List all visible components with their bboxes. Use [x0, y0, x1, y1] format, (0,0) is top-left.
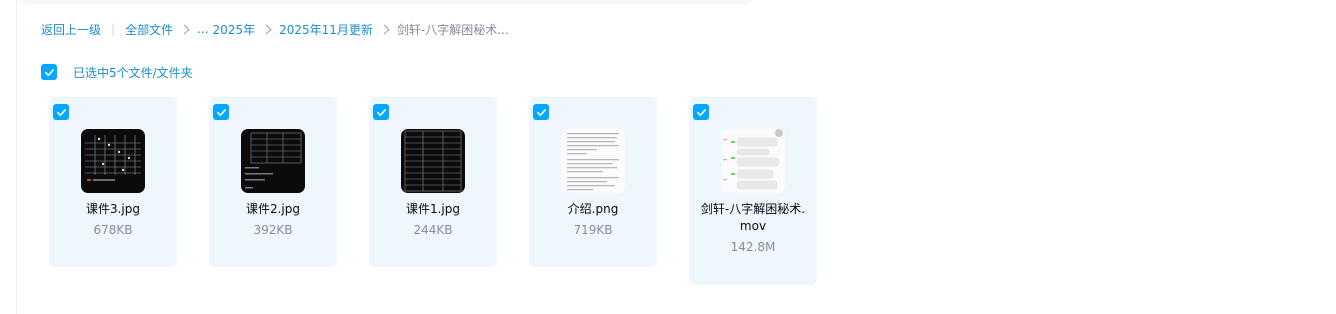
breadcrumb: 返回上一级 | 全部文件 ... 2025年 2025年11月更新 剑轩-八字解… [41, 19, 509, 39]
file-name: 课件2.jpg [245, 202, 301, 216]
file-checkbox[interactable] [373, 104, 389, 120]
checkmark-icon [696, 108, 706, 116]
image-thumbnail [81, 129, 145, 193]
breadcrumb-ellipsis[interactable]: ... [197, 22, 208, 36]
selection-summary: 已选中5个文件/文件夹 [73, 65, 193, 80]
file-checkbox[interactable] [53, 104, 69, 120]
chevron-right-icon [379, 24, 390, 34]
file-size: 719KB [573, 223, 613, 237]
image-thumbnail [241, 129, 305, 193]
breadcrumb-item-2025[interactable]: 2025年 [213, 21, 256, 38]
file-size: 142.8M [730, 240, 776, 254]
file-checkbox[interactable] [693, 104, 709, 120]
video-thumbnail [721, 129, 785, 193]
file-card[interactable]: 课件1.jpg 244KB [369, 97, 497, 267]
image-thumbnail [401, 129, 465, 193]
file-card[interactable]: 课件2.jpg 392KB [209, 97, 337, 267]
toolbar-edge [18, 0, 756, 4]
select-all-checkbox[interactable] [41, 64, 57, 80]
back-link[interactable]: 返回上一级 [41, 21, 101, 38]
file-name: 介绍.png [567, 202, 619, 216]
select-all-row: 已选中5个文件/文件夹 [41, 64, 193, 80]
chevron-right-icon [261, 24, 272, 34]
breadcrumb-item-2025-11[interactable]: 2025年11月更新 [279, 21, 373, 38]
checkmark-icon [536, 108, 546, 116]
file-name: 课件1.jpg [405, 202, 461, 216]
file-card[interactable]: 剑轩-八字解困秘术.mov 142.8M [689, 97, 817, 285]
file-size: 392KB [253, 223, 293, 237]
breadcrumb-divider: | [111, 22, 116, 36]
checkmark-icon [56, 108, 66, 116]
file-card[interactable]: 介绍.png 719KB [529, 97, 657, 267]
breadcrumb-current: 剑轩-八字解困秘术... [396, 22, 509, 37]
document-thumbnail [561, 129, 625, 193]
checkmark-icon [376, 108, 386, 116]
file-name: 课件3.jpg [85, 202, 141, 216]
file-checkbox[interactable] [213, 104, 229, 120]
file-size: 678KB [93, 223, 133, 237]
checkmark-icon [44, 68, 54, 76]
file-card[interactable]: 课件3.jpg 678KB [49, 97, 177, 267]
file-checkbox[interactable] [533, 104, 549, 120]
checkmark-icon [216, 108, 226, 116]
file-size: 244KB [413, 223, 453, 237]
breadcrumb-all-files[interactable]: 全部文件 [125, 21, 173, 38]
panel-border [16, 0, 17, 314]
file-name: 剑轩-八字解困秘术.mov [700, 202, 806, 233]
chevron-right-icon [179, 24, 190, 34]
